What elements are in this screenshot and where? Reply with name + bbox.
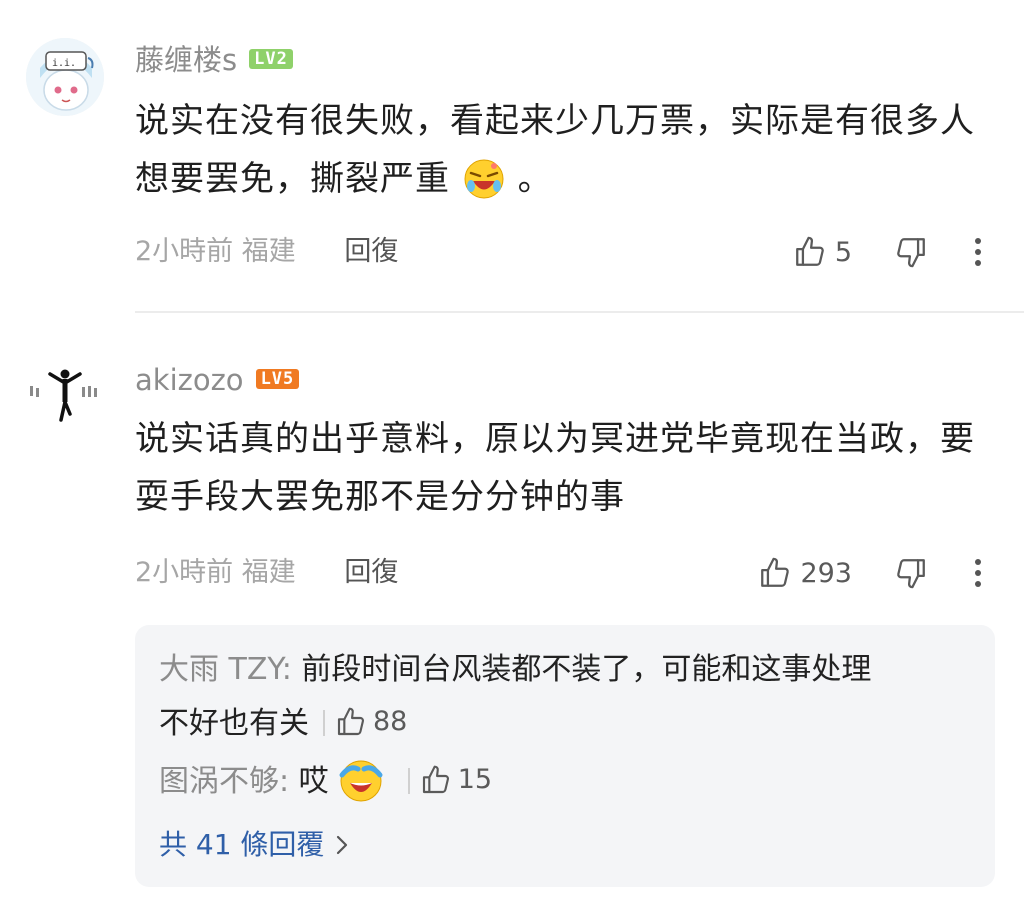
like-count: 15 xyxy=(457,763,493,795)
separator xyxy=(323,709,325,736)
reply-thread[interactable]: 大雨 TZY: 前段时间台风装都不装了，可能和这事处理 不好也有关 88 图涡不… xyxy=(135,625,995,887)
like-count: 293 xyxy=(800,557,852,589)
username-text[interactable]: 藤缠楼s xyxy=(135,43,237,77)
reply-text: 不好也有关 xyxy=(159,706,309,741)
avatar[interactable] xyxy=(26,356,104,434)
like-button[interactable]: 293 xyxy=(758,556,852,590)
thumbs-up-icon xyxy=(795,236,824,266)
crying-emoji xyxy=(338,757,384,803)
timestamp: 2小時前 xyxy=(135,557,234,588)
reply-text: 哎 xyxy=(298,764,329,799)
comment-line: 耍手段大罢免那不是分分钟的事 xyxy=(135,477,625,517)
thumbs-down-icon xyxy=(897,238,925,268)
thumbs-up-icon xyxy=(337,707,365,735)
username-text[interactable]: akizozo xyxy=(135,363,244,397)
dislike-button[interactable] xyxy=(894,556,928,590)
separator xyxy=(407,767,410,794)
reply-author[interactable]: 图涡不够: xyxy=(159,764,289,799)
reply-author[interactable]: 大雨 TZY: xyxy=(159,652,292,687)
comment-line: 说实话真的出乎意料，原以为冥进党毕竟现在当政，要 xyxy=(135,419,975,459)
divider xyxy=(135,311,1024,313)
comment-tail: 。 xyxy=(517,159,553,199)
thumbs-up-icon xyxy=(422,765,449,793)
view-all-replies-label[interactable]: 共 41 條回覆 xyxy=(159,825,324,865)
comment-actions: 293 xyxy=(758,553,984,593)
level-badge: LV5 xyxy=(255,369,300,389)
more-options-button[interactable] xyxy=(972,556,984,590)
comment-text: 说实话真的出乎意料，原以为冥进党毕竟现在当政，要 耍手段大罢免那不是分分钟的事 xyxy=(135,410,995,526)
reply-button[interactable]: 回復 xyxy=(344,557,398,588)
reply-button[interactable]: 回復 xyxy=(344,236,398,267)
reply-item[interactable]: 图涡不够: 哎 15 xyxy=(159,755,969,810)
more-vertical-icon xyxy=(975,238,981,266)
level-badge: LV2 xyxy=(249,49,293,69)
thumbs-down-icon xyxy=(897,559,925,589)
svg-text:i.i.: i.i. xyxy=(52,58,76,69)
like-button[interactable]: 5 xyxy=(793,235,852,269)
comment-text: 说实在没有很失败，看起来少几万票，实际是有很多人 想要罢免，撕裂严重 。 xyxy=(135,92,995,208)
laughing-tears-emoji xyxy=(462,156,506,200)
reply-like-button[interactable]: 15 xyxy=(420,753,492,807)
comment-meta: 2小時前 福建 回復 xyxy=(135,235,398,269)
username[interactable]: 藤缠楼s LV2 xyxy=(135,42,293,78)
comment-line: 想要罢免，撕裂严重 。 xyxy=(135,150,995,208)
chevron-right-icon xyxy=(337,835,348,855)
more-vertical-icon xyxy=(975,559,981,587)
location: 福建 xyxy=(241,236,296,267)
like-count: 5 xyxy=(834,236,852,268)
location: 福建 xyxy=(241,557,296,588)
comment-line: 说实在没有很失败，看起来少几万票，实际是有很多人 xyxy=(135,101,975,141)
timestamp: 2小時前 xyxy=(135,236,234,267)
reply-text: 前段时间台风装都不装了，可能和这事处理 xyxy=(301,652,872,687)
thumbs-up-icon xyxy=(761,557,790,587)
view-all-replies-link[interactable]: 共 41 條回覆 xyxy=(159,825,350,865)
more-options-button[interactable] xyxy=(972,235,984,269)
comment-actions: 5 xyxy=(793,232,984,272)
dislike-button[interactable] xyxy=(894,235,928,269)
reply-like-button[interactable]: 88 xyxy=(335,695,407,749)
comment-meta: 2小時前 福建 回復 xyxy=(135,556,398,590)
avatar[interactable]: i.i. xyxy=(26,38,104,116)
reply-item[interactable]: 大雨 TZY: 前段时间台风装都不装了，可能和这事处理 不好也有关 88 xyxy=(159,643,969,752)
like-count: 88 xyxy=(373,705,408,737)
username[interactable]: akizozo LV5 xyxy=(135,362,300,398)
comment-line-text: 想要罢免，撕裂严重 xyxy=(135,159,450,199)
